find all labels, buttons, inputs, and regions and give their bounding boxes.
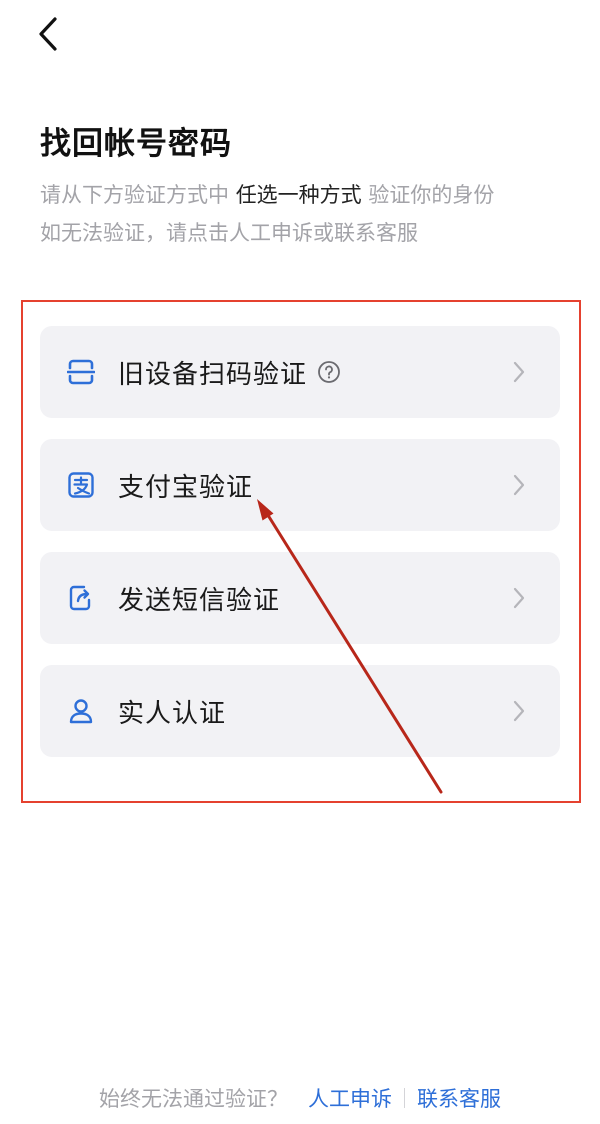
instructions-pre: 请从下方验证方式中: [40, 183, 236, 207]
back-button[interactable]: [28, 12, 68, 56]
page-title: 找回帐号密码: [40, 126, 232, 162]
verification-options: 旧设备扫码验证 支付宝验证 发送短信验证 实人认证: [40, 326, 560, 757]
contact-support-link[interactable]: 联系客服: [417, 1083, 501, 1113]
person-icon: [66, 696, 96, 726]
option-label: 支付宝验证: [118, 472, 254, 503]
help-icon[interactable]: [317, 360, 341, 384]
option-sms[interactable]: 发送短信验证: [40, 552, 560, 644]
option-real-person[interactable]: 实人认证: [40, 665, 560, 757]
option-label: 实人认证: [118, 698, 227, 729]
chevron-right-icon: [513, 474, 525, 496]
chevron-right-icon: [513, 361, 525, 383]
sms-icon: [66, 583, 96, 613]
instructions-line-1: 请从下方验证方式中 任选一种方式 验证你的身份: [40, 176, 580, 214]
option-label: 旧设备扫码验证: [118, 359, 308, 390]
option-label: 发送短信验证: [118, 585, 281, 616]
instructions-line-2: 如无法验证，请点击人工申诉或联系客服: [40, 221, 418, 245]
chevron-left-icon: [39, 17, 57, 51]
instructions-text: 请从下方验证方式中 任选一种方式 验证你的身份 如无法验证，请点击人工申诉或联系…: [40, 176, 580, 252]
option-old-device-scan[interactable]: 旧设备扫码验证: [40, 326, 560, 418]
option-alipay[interactable]: 支付宝验证: [40, 439, 560, 531]
footer-divider: [404, 1088, 405, 1108]
scan-icon: [66, 357, 96, 387]
appeal-link[interactable]: 人工申诉: [308, 1083, 392, 1113]
chevron-right-icon: [513, 587, 525, 609]
chevron-right-icon: [513, 700, 525, 722]
alipay-icon: [66, 470, 96, 500]
instructions-highlight: 任选一种方式: [235, 183, 362, 207]
footer-question: 始终无法通过验证？: [99, 1087, 288, 1111]
instructions-post: 验证你的身份: [361, 183, 495, 207]
footer: 始终无法通过验证？ 人工申诉 联系客服: [0, 1083, 600, 1113]
